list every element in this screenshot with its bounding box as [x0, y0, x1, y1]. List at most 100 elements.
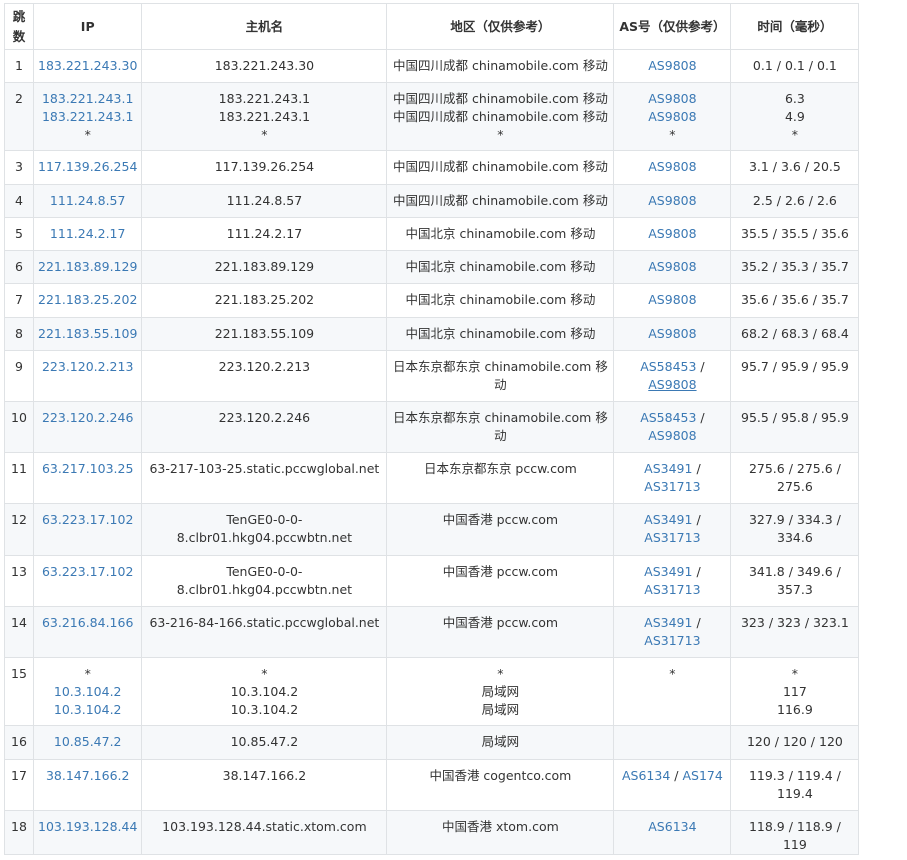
as-link[interactable]: AS174	[682, 768, 722, 783]
as-line: AS6134	[618, 818, 726, 836]
time-cell: 323 / 323 / 323.1	[730, 606, 860, 658]
table-row: 7 221.183.25.202 221.183.25.202 中国北京 chinam…	[4, 283, 860, 318]
hostname-cell: TenGE0-0-0- 8.clbr01.hkg04.pccwbtn.net	[141, 503, 388, 556]
as-cell: AS6134	[613, 810, 732, 855]
as-link[interactable]: AS9808	[648, 259, 696, 274]
time-line: 275.6 / 275.6 /	[748, 461, 841, 476]
as-link[interactable]: AS31713	[644, 582, 700, 597]
hop-cell: 10	[4, 401, 34, 453]
hostname-cell: 63-217-103-25.static.pccwglobal.net	[141, 452, 388, 504]
region-cell: 局域网	[386, 725, 615, 760]
as-link[interactable]: AS3491	[644, 564, 692, 579]
header-ip: IP	[32, 3, 143, 50]
ip-link[interactable]: 183.221.243.1	[38, 108, 137, 126]
as-link[interactable]: AS9808	[648, 292, 696, 307]
hostname-line: 10.3.104.2	[230, 684, 299, 699]
region-line: 动	[494, 377, 507, 392]
hop-number: 3	[15, 159, 23, 174]
region-line: 中国四川成都 chinamobile.com 移动	[392, 109, 608, 124]
hop-cell: 5	[4, 217, 34, 251]
ip-link[interactable]: 63.223.17.102	[38, 563, 137, 581]
time-line: 357.3	[777, 582, 813, 597]
hostname-line: *	[261, 666, 268, 681]
hop-cell: 12	[4, 503, 34, 556]
hop-cell: 17	[4, 759, 34, 811]
as-link[interactable]: AS31713	[644, 530, 700, 545]
hop-cell: 9	[4, 350, 34, 402]
ip-link[interactable]: 63.216.84.166	[38, 614, 137, 632]
as-line: AS58453 /	[618, 409, 726, 427]
as-link[interactable]: AS58453	[640, 410, 696, 425]
as-link[interactable]: AS31713	[644, 633, 700, 648]
table-row: 2 183.221.243.1 183.221.243.1 * 183.221.243.…	[4, 82, 860, 151]
as-cell: AS58453 /AS9808	[613, 401, 732, 453]
hop-cell: 1	[4, 49, 34, 83]
ip-placeholder: *	[84, 127, 91, 142]
ip-placeholder: *	[84, 666, 91, 681]
ip-link[interactable]: 103.193.128.44	[38, 818, 137, 836]
region-line: 日本东京都东京 chinamobile.com 移	[392, 359, 608, 374]
hop-number: 7	[15, 292, 23, 307]
hop-cell: 3	[4, 150, 34, 185]
as-link[interactable]: AS6134	[622, 768, 670, 783]
as-link[interactable]: AS9808	[648, 109, 696, 124]
hostname-line: 117.139.26.254	[214, 159, 315, 174]
as-link[interactable]: AS31713	[644, 479, 700, 494]
hostname-line: 221.183.89.129	[214, 259, 315, 274]
as-link[interactable]: AS9808	[648, 58, 696, 73]
region-cell: 中国香港 pccw.com	[386, 503, 615, 556]
as-link[interactable]: AS3491	[644, 512, 692, 527]
hostname-line: 63-216-84-166.static.pccwglobal.net	[149, 615, 380, 630]
as-link[interactable]: AS58453	[640, 359, 696, 374]
as-link[interactable]: AS3491	[644, 615, 692, 630]
time-line: 3.1 / 3.6 / 20.5	[748, 159, 841, 174]
ip-cell: 183.221.243.1 183.221.243.1 *	[32, 82, 143, 151]
time-line: 95.5 / 95.8 / 95.9	[741, 410, 849, 425]
hostname-line: 38.147.166.2	[222, 768, 307, 783]
ip-link[interactable]: 111.24.2.17	[38, 225, 137, 243]
ip-link[interactable]: 183.221.243.30	[38, 57, 137, 75]
region-line: 中国香港 pccw.com	[442, 564, 559, 579]
region-line: 中国北京 chinamobile.com 移动	[405, 326, 596, 341]
ip-link[interactable]: 111.24.8.57	[38, 192, 137, 210]
hop-cell: 4	[4, 184, 34, 218]
as-link[interactable]: AS9808	[648, 226, 696, 241]
ip-link[interactable]: 221.183.89.129	[38, 258, 137, 276]
as-link[interactable]: AS9808	[648, 91, 696, 106]
as-cell: AS9808	[613, 283, 732, 318]
as-link[interactable]: AS3491	[644, 461, 692, 476]
ip-link[interactable]: 117.139.26.254	[38, 158, 137, 176]
as-line: AS3491 /	[618, 563, 726, 581]
region-line: 中国香港 pccw.com	[442, 615, 559, 630]
as-line: AS9808	[618, 291, 726, 309]
ip-cell: 221.183.25.202	[32, 283, 143, 318]
time-line: *	[791, 666, 799, 681]
time-line: 341.8 / 349.6 /	[748, 564, 841, 579]
hostname-cell: TenGE0-0-0- 8.clbr01.hkg04.pccwbtn.net	[141, 555, 388, 607]
as-link[interactable]: AS9808	[648, 326, 696, 341]
ip-link[interactable]: 10.3.104.2	[38, 683, 137, 701]
time-line: 118.9 / 118.9 / 119	[748, 819, 841, 852]
time-cell: 68.2 / 68.3 / 68.4	[730, 317, 860, 351]
ip-link[interactable]: 223.120.2.246	[38, 409, 137, 427]
ip-link[interactable]: 221.183.55.109	[38, 325, 137, 343]
ip-link[interactable]: 10.85.47.2	[38, 733, 137, 751]
ip-link[interactable]: 183.221.243.1	[38, 90, 137, 108]
table-row: 6 221.183.89.129 221.183.89.129 中国北京 chinam…	[4, 250, 860, 284]
as-link[interactable]: AS9808	[648, 193, 696, 208]
hostname-cell: 103.193.128.44.static.xtom.com	[141, 810, 388, 855]
hostname-cell: 111.24.8.57	[141, 184, 388, 218]
as-link[interactable]: AS9808	[648, 428, 696, 443]
ip-link[interactable]: 63.217.103.25	[38, 460, 137, 478]
as-link[interactable]: AS6134	[648, 819, 696, 834]
ip-link[interactable]: 10.3.104.2	[38, 701, 137, 719]
ip-link[interactable]: 223.120.2.213	[38, 358, 137, 376]
time-line: 68.2 / 68.3 / 68.4	[741, 326, 849, 341]
ip-link[interactable]: 38.147.166.2	[38, 767, 137, 785]
ip-link[interactable]: 63.223.17.102	[38, 511, 137, 529]
ip-link[interactable]: 221.183.25.202	[38, 291, 137, 309]
hostname-line: 223.120.2.213	[218, 359, 311, 374]
as-link[interactable]: AS9808	[648, 159, 696, 174]
as-link[interactable]: AS9808	[648, 377, 696, 392]
region-cell: 中国四川成都 chinamobile.com 移动 中国四川成都 chinamob…	[386, 82, 615, 151]
